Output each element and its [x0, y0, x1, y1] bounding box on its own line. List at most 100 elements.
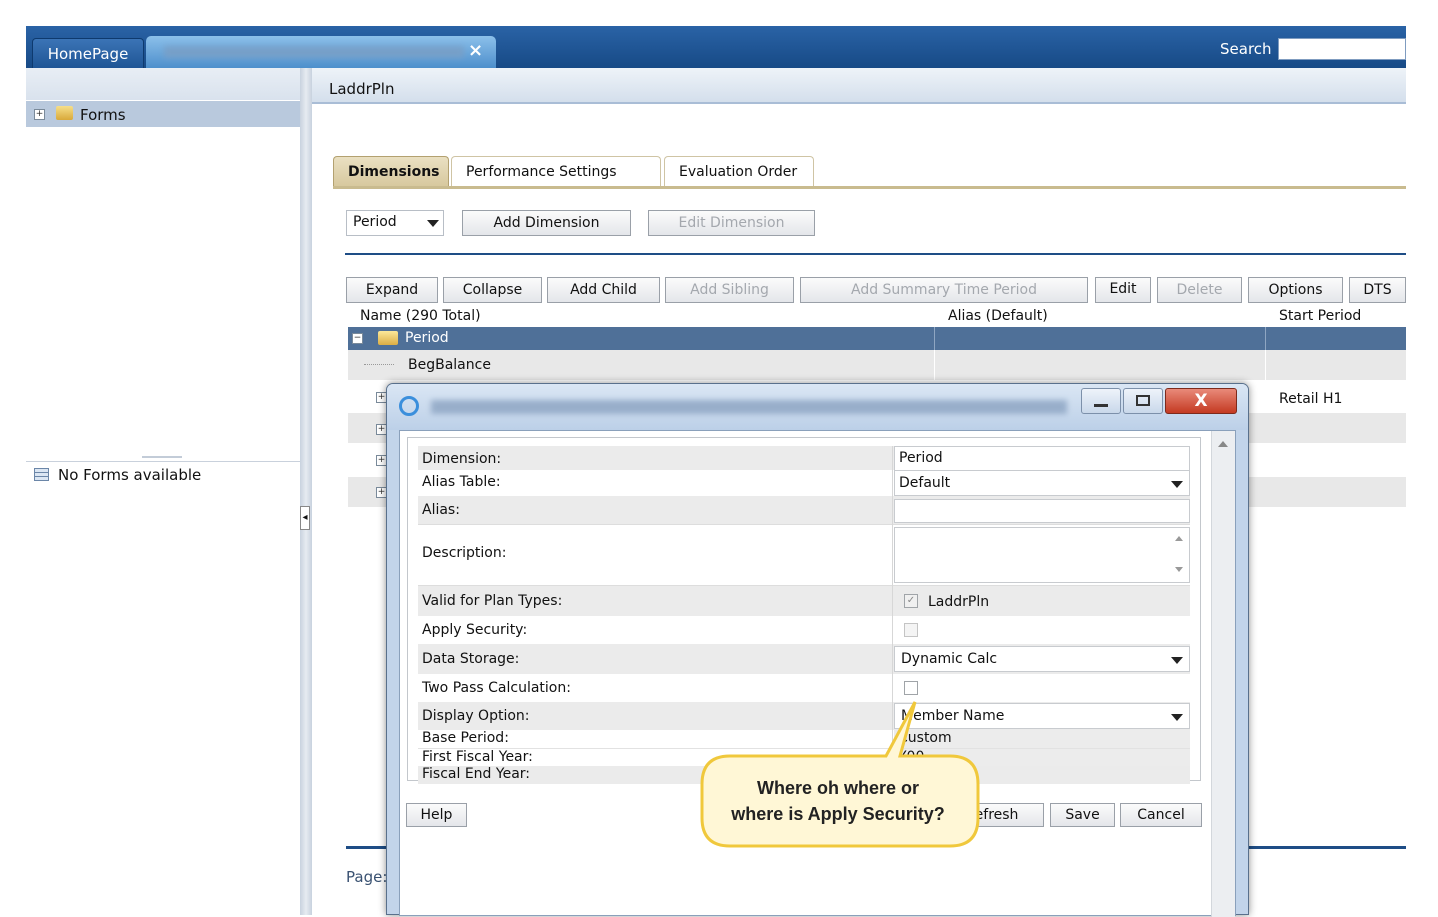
toolbar-separator [345, 253, 1406, 255]
valid-plan-checkbox[interactable]: ✓ [904, 594, 918, 608]
column-divider [934, 327, 935, 350]
maximize-icon [1136, 395, 1150, 406]
maximize-button[interactable] [1123, 388, 1163, 414]
textarea-scroll-down-icon[interactable] [1175, 567, 1183, 572]
forms-tree-row[interactable]: + Forms [26, 101, 300, 127]
column-name-header[interactable]: Name (290 Total) [360, 308, 481, 324]
callout-bubble [700, 701, 980, 848]
tab-performance-label: Performance Settings [466, 164, 617, 180]
blurred-url [431, 400, 1067, 414]
cancel-button[interactable]: Cancel [1120, 803, 1202, 827]
open-document-tab[interactable]: × [146, 36, 496, 68]
data-storage-select[interactable]: Dynamic Calc [894, 646, 1190, 672]
add-summary-time-period-button[interactable]: Add Summary Time Period [800, 277, 1088, 303]
valid-plan-types-label: Valid for Plan Types: [422, 593, 563, 609]
edit-button[interactable]: Edit [1095, 277, 1151, 303]
left-panel-divider [26, 461, 300, 462]
valid-plan-value: LaddrPln [928, 594, 990, 610]
column-start-period-header[interactable]: Start Period [1279, 308, 1361, 324]
help-button[interactable]: Help [406, 803, 467, 827]
table-row[interactable]: BegBalance [348, 350, 1406, 380]
search-label: Search [1220, 40, 1272, 58]
left-panel-topstrip [26, 68, 300, 100]
minimize-icon [1094, 404, 1108, 407]
blurred-tab-title [164, 46, 464, 58]
apply-security-checkbox[interactable] [904, 623, 918, 637]
dts-button[interactable]: DTS [1349, 277, 1406, 303]
chevron-down-icon [1171, 657, 1183, 664]
delete-button[interactable]: Delete [1157, 277, 1242, 303]
grid-header: Name (290 Total) Alias (Default) Start P… [346, 306, 1406, 328]
home-tab[interactable]: HomePage [32, 38, 144, 68]
main-title-bar: LaddrPln [312, 68, 1406, 104]
alias-input[interactable] [894, 499, 1190, 523]
column-divider [1265, 327, 1266, 350]
alias-table-select[interactable]: Default [894, 470, 1190, 496]
callout-line-1: Where oh where or [756, 778, 920, 798]
vertical-splitter[interactable] [300, 68, 312, 915]
page-title: LaddrPln [329, 80, 395, 98]
dialog-titlebar[interactable]: X [387, 384, 1248, 430]
collapse-icon[interactable]: − [352, 333, 363, 344]
row-retail-start-period: Retail H1 [1279, 391, 1343, 407]
home-tab-label: HomePage [47, 45, 129, 63]
options-button[interactable]: Options [1248, 277, 1343, 303]
chevron-down-icon [427, 220, 439, 227]
left-panel [26, 68, 300, 915]
tab-close-icon[interactable]: × [468, 40, 483, 61]
page-label: Page: [346, 868, 388, 886]
description-label: Description: [422, 545, 507, 561]
tab-dimensions[interactable]: Dimensions [333, 156, 449, 188]
dimension-label: Dimension: [422, 451, 502, 467]
open-folder-icon [378, 331, 398, 345]
chevron-down-icon [1171, 481, 1183, 488]
callout-line-2: where is Apply Security? [731, 804, 945, 824]
collapse-button[interactable]: Collapse [443, 277, 542, 303]
no-forms-label: No Forms available [58, 466, 202, 484]
table-row-selected[interactable]: − Period [348, 327, 1406, 350]
description-textarea[interactable] [894, 527, 1190, 583]
add-child-button[interactable]: Add Child [547, 277, 660, 303]
left-divider-grip[interactable] [142, 456, 182, 458]
tab-performance-settings[interactable]: Performance Settings [451, 156, 661, 186]
column-divider [1265, 350, 1266, 380]
form-row-apply-security: Apply Security: [418, 616, 1190, 644]
alias-table-value: Default [899, 475, 951, 491]
edit-dimension-button[interactable]: Edit Dimension [648, 210, 815, 236]
row-begbalance-label: BegBalance [408, 357, 491, 373]
data-storage-label: Data Storage: [422, 651, 520, 667]
expand-icon[interactable]: + [34, 109, 45, 120]
tab-evaluation-order[interactable]: Evaluation Order [664, 156, 814, 186]
search-input[interactable] [1278, 38, 1406, 60]
apply-security-label: Apply Security: [422, 622, 528, 638]
dimension-value: Period [894, 446, 1190, 470]
collapse-handle-icon[interactable]: ◂ [300, 506, 310, 530]
forms-label: Forms [80, 106, 126, 124]
form-row-data-storage: Data Storage: Dynamic Calc [418, 644, 1190, 674]
data-storage-value: Dynamic Calc [901, 651, 998, 667]
save-button[interactable]: Save [1050, 803, 1115, 827]
grid-icon [34, 468, 49, 481]
tab-underline [333, 186, 1406, 189]
scroll-up-icon[interactable] [1218, 441, 1228, 447]
chevron-down-icon [1171, 714, 1183, 721]
form-row-alias: Alias: [418, 496, 1190, 524]
close-icon: X [1194, 391, 1208, 411]
form-row-description: Description: [418, 524, 1190, 586]
tab-dimensions-label: Dimensions [348, 164, 440, 180]
expand-button[interactable]: Expand [346, 277, 438, 303]
minimize-button[interactable] [1081, 388, 1121, 414]
dimension-select-value: Period [353, 214, 397, 230]
close-button[interactable]: X [1165, 388, 1237, 414]
tab-evaluation-label: Evaluation Order [679, 164, 798, 180]
column-alias-header[interactable]: Alias (Default) [948, 308, 1048, 324]
add-dimension-button[interactable]: Add Dimension [462, 210, 631, 236]
tree-connector [364, 364, 394, 365]
dimension-select[interactable]: Period [346, 210, 444, 236]
textarea-scroll-up-icon[interactable] [1175, 536, 1183, 541]
form-row-dimension: Dimension: Period [418, 446, 1190, 470]
form-row-valid-plan-types: Valid for Plan Types: ✓ LaddrPln [418, 586, 1190, 616]
add-sibling-button[interactable]: Add Sibling [665, 277, 794, 303]
dialog-scrollbar[interactable] [1211, 431, 1235, 917]
folder-icon [56, 106, 73, 120]
